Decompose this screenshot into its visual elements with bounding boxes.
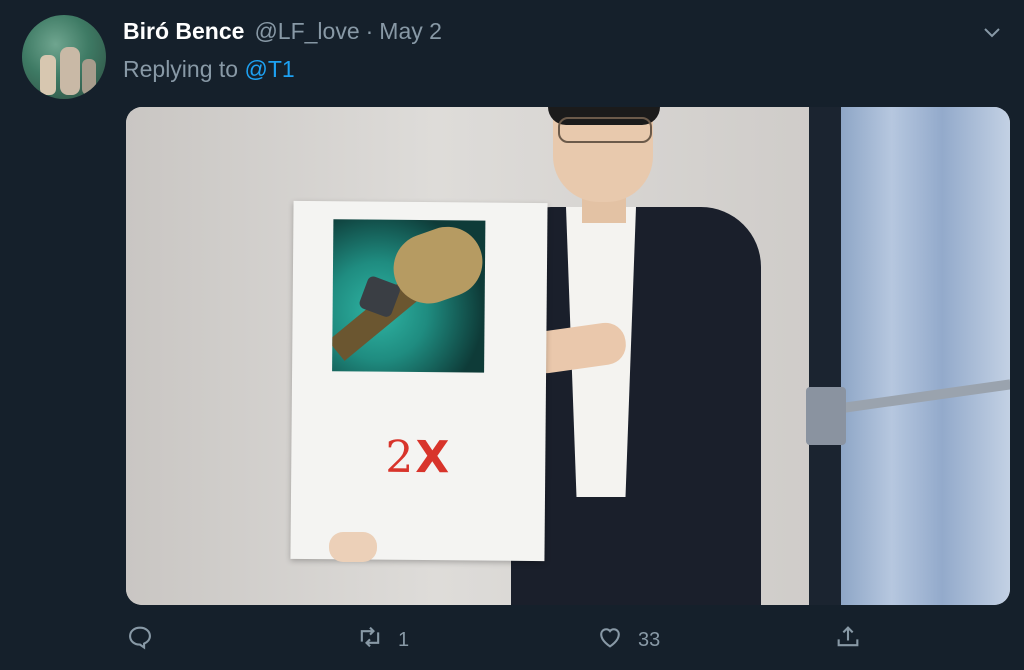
photo-held-card: 2X bbox=[290, 200, 548, 562]
reply-icon bbox=[126, 623, 154, 657]
tweet-header: Biró Bence @LF_love · May 2 bbox=[123, 18, 442, 48]
photo-light-stand bbox=[809, 107, 841, 605]
reply-button[interactable] bbox=[126, 620, 168, 660]
like-count: 33 bbox=[638, 628, 661, 651]
retweet-count: 1 bbox=[398, 628, 410, 651]
author-handle[interactable]: @LF_love bbox=[254, 18, 359, 45]
tweet-actions: 1 33 bbox=[126, 620, 1010, 660]
avatar-figure bbox=[60, 47, 80, 95]
replying-prefix: Replying to bbox=[123, 56, 239, 82]
retweet-icon bbox=[356, 623, 384, 657]
replying-to-line: Replying to @T1 bbox=[123, 56, 295, 83]
like-button[interactable]: 33 bbox=[596, 620, 660, 660]
photo-person-hand-bottom bbox=[329, 532, 377, 562]
heart-icon bbox=[596, 623, 624, 657]
retweet-button[interactable]: 1 bbox=[356, 620, 409, 660]
card-multiplier-text: 2X bbox=[291, 431, 545, 484]
separator-dot: · bbox=[365, 18, 374, 44]
mention-link[interactable]: @T1 bbox=[244, 56, 294, 82]
photo-person-suit bbox=[511, 207, 761, 605]
photo-curtain bbox=[841, 107, 1010, 605]
tweet-date[interactable]: May 2 bbox=[379, 18, 442, 45]
chevron-down-icon[interactable] bbox=[980, 20, 1004, 44]
avatar-figure bbox=[40, 55, 56, 95]
tweet-media-photo[interactable]: 2X bbox=[126, 107, 1010, 605]
card-number: 2 bbox=[385, 431, 416, 483]
share-icon bbox=[834, 623, 862, 657]
avatar[interactable] bbox=[22, 15, 106, 99]
sword-item-icon bbox=[332, 219, 486, 373]
card-x: X bbox=[415, 431, 452, 484]
photo-stand-clamp bbox=[806, 387, 846, 445]
avatar-figure bbox=[82, 59, 96, 95]
author-name[interactable]: Biró Bence bbox=[123, 18, 244, 45]
share-button[interactable] bbox=[834, 620, 862, 660]
photo-person-glasses bbox=[558, 117, 652, 143]
